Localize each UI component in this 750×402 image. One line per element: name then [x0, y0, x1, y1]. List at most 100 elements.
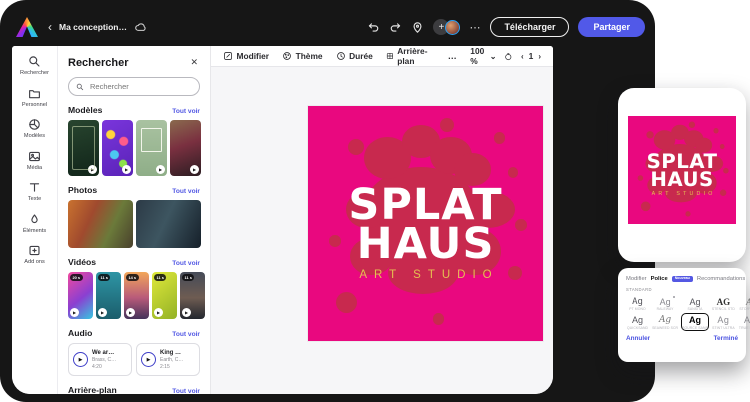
redo-icon[interactable]: [389, 21, 402, 34]
background-button[interactable]: Arrière-plan: [386, 46, 435, 66]
video-thumbnail[interactable]: 11 s ▶: [180, 272, 205, 319]
font-option[interactable]: AG STENCIL STD: [711, 294, 736, 312]
comment-pin-icon[interactable]: [411, 21, 424, 34]
download-button[interactable]: Télécharger: [490, 17, 570, 37]
design-title-line2: HAUS: [650, 167, 714, 191]
see-all-link-audio[interactable]: Tout voir: [172, 331, 200, 338]
font-option[interactable]: Ay STORYBOOK: [738, 294, 750, 312]
search-input-box[interactable]: [68, 77, 200, 96]
sidebar-item-elements[interactable]: Éléments: [23, 213, 46, 234]
section-label-templates: Modèles: [68, 105, 103, 115]
play-icon[interactable]: ▶: [122, 165, 131, 174]
video-thumbnail[interactable]: 14 s ▶: [124, 272, 149, 319]
theme-button[interactable]: Thème: [282, 51, 323, 61]
font-option[interactable]: AG TRUE NORTH: [738, 313, 750, 331]
sidebar-item-search[interactable]: Rechercher: [20, 55, 49, 76]
see-all-link-templates[interactable]: Tout voir: [172, 108, 200, 115]
audio-card[interactable]: ▶ We ar… Brass, C… 4:20: [68, 343, 132, 376]
photo-thumbnail[interactable]: [136, 200, 201, 248]
play-icon[interactable]: ▶: [88, 165, 97, 174]
close-icon[interactable]: ✕: [188, 55, 200, 70]
sidebar-item-label: Modèles: [23, 133, 46, 139]
next-page-icon[interactable]: ›: [538, 52, 541, 61]
section-label-background: Arrière-plan: [68, 385, 117, 394]
zoom-control[interactable]: 100 % ⌄: [470, 46, 496, 66]
back-chevron-icon[interactable]: ‹: [48, 21, 52, 33]
play-icon[interactable]: ▶: [70, 308, 79, 317]
font-name: STINT ULTRA: [712, 325, 735, 330]
templates-icon: [29, 119, 40, 130]
font-option[interactable]: Ag STINT ULTRA: [711, 313, 736, 331]
document-title[interactable]: Ma conception…: [59, 22, 127, 32]
tab-modify[interactable]: Modifier: [626, 276, 647, 282]
cancel-button[interactable]: Annuler: [626, 335, 650, 342]
theme-label: Thème: [295, 51, 323, 61]
tab-recommendations[interactable]: Recommandations: [697, 276, 745, 282]
adobe-express-logo-icon[interactable]: [16, 17, 38, 37]
section-label-audio: Audio: [68, 328, 93, 338]
page-number: 1: [528, 51, 534, 61]
video-thumbnail[interactable]: 20 s ▶: [68, 272, 93, 319]
done-button[interactable]: Terminé: [714, 335, 738, 342]
design-subtitle: ART STUDIO: [651, 191, 716, 197]
video-duration-badge: 11 s: [182, 274, 195, 281]
template-thumbnail[interactable]: ▶: [102, 120, 133, 176]
font-option[interactable]: Ag SEAWEED SCR: [651, 313, 679, 331]
sidebar-item-templates[interactable]: Modèles: [24, 118, 45, 139]
audio-card[interactable]: ▶ King … Earth, C… 2:15: [136, 343, 200, 376]
tab-font[interactable]: Police: [651, 276, 668, 282]
modify-button[interactable]: Modifier: [223, 51, 269, 61]
duration-button[interactable]: Durée: [336, 51, 373, 61]
design-canvas[interactable]: SPLAT HAUS ART STUDIO: [308, 106, 543, 341]
font-picker-card: Modifier Police Nouveau Recommandations …: [618, 268, 750, 362]
page-navigator: ‹ 1 ›: [521, 51, 541, 61]
sidebar-item-text[interactable]: Texte: [28, 181, 41, 202]
folder-icon: [29, 89, 40, 98]
play-icon[interactable]: ▶: [190, 165, 199, 174]
font-option[interactable]: Ag SANSITA: [681, 294, 709, 312]
undo-icon[interactable]: [367, 21, 380, 34]
play-icon[interactable]: ▶: [182, 308, 191, 317]
see-all-link-photos[interactable]: Tout voir: [172, 188, 200, 195]
splat-haus-design-mini: SPLAT HAUS ART STUDIO: [628, 116, 736, 224]
audio-duration: 4:20: [92, 363, 102, 370]
background-label: Arrière-plan: [397, 46, 428, 66]
collaborators-cluster[interactable]: +: [433, 19, 461, 35]
play-icon[interactable]: ▶: [98, 308, 107, 317]
share-button[interactable]: Partager: [578, 17, 645, 37]
photo-thumbnail[interactable]: [68, 200, 133, 248]
template-thumbnail[interactable]: ▶: [68, 120, 99, 176]
shapes-icon: [31, 213, 38, 223]
user-avatar[interactable]: [445, 19, 461, 35]
play-icon[interactable]: ▶: [156, 165, 165, 174]
search-panel: Rechercher ✕ Modèles Tout voir ▶ ▶ ▶ ▶ P…: [58, 46, 211, 394]
template-thumbnail[interactable]: ▶: [170, 120, 201, 176]
play-icon[interactable]: ▶: [73, 352, 88, 367]
prev-page-icon[interactable]: ‹: [521, 52, 524, 61]
clock-icon: [336, 52, 345, 60]
see-all-link-videos[interactable]: Tout voir: [172, 260, 200, 267]
template-thumbnail[interactable]: ▶: [136, 120, 167, 176]
timer-icon[interactable]: [504, 51, 513, 62]
video-thumbnail[interactable]: 11 s ▶: [152, 272, 177, 319]
search-input[interactable]: [88, 81, 192, 92]
font-option-selected[interactable]: Ag SOURCE SANS: [681, 312, 709, 331]
sidebar-item-label: Éléments: [22, 227, 47, 234]
sidebar-item-media[interactable]: Média: [27, 150, 42, 171]
sidebar-item-addons[interactable]: Add ons: [24, 244, 45, 265]
font-option[interactable]: Ag RALEWAY: [651, 294, 679, 312]
toolbar-more-icon[interactable]: …: [448, 51, 458, 61]
see-all-link-background[interactable]: Tout voir: [172, 388, 200, 394]
video-thumbnail[interactable]: 11 s ▶: [96, 272, 121, 319]
play-icon[interactable]: ▶: [141, 352, 156, 367]
font-option[interactable]: Ag PT MONO: [626, 294, 649, 312]
header-more-icon[interactable]: ⋯: [469, 21, 481, 34]
play-icon[interactable]: ▶: [126, 308, 135, 317]
app-window: ‹ Ma conception… + ⋯ Télécharger Partage…: [0, 0, 655, 402]
font-option[interactable]: Ag QUICKSAND: [626, 313, 649, 331]
play-icon[interactable]: ▶: [154, 308, 163, 317]
text-icon: [29, 183, 40, 192]
sidebar-item-label: Texte: [27, 196, 42, 202]
audio-title: King …: [160, 349, 181, 356]
sidebar-item-personal[interactable]: Personnel: [22, 87, 47, 108]
